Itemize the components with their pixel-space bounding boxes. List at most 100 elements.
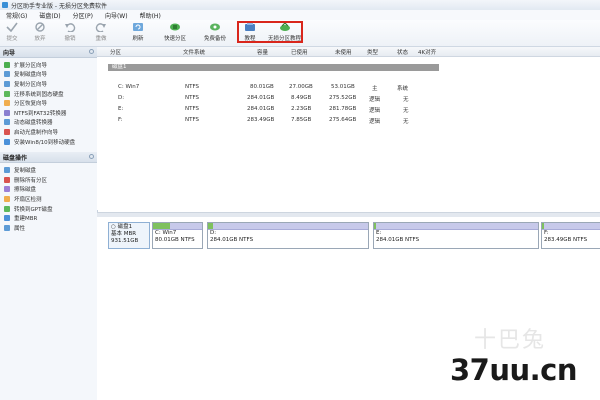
partition-type: 主 bbox=[372, 86, 378, 92]
partition-fs: NTFS bbox=[185, 117, 200, 123]
disk-card-type: 基本 MBR bbox=[111, 231, 137, 237]
undo-button[interactable]: 撤销 bbox=[64, 22, 76, 42]
sidebar-item-windows-to-go[interactable]: 安装Win8/10到移动硬盘 bbox=[0, 137, 97, 147]
sidebar-item-label: 复制磁盘 bbox=[14, 168, 37, 175]
sidebar-item-dynamic-disk[interactable]: 动态磁盘转换器 bbox=[0, 118, 97, 128]
partition-free: 275.52GB bbox=[329, 95, 357, 101]
column-header[interactable]: 容量 bbox=[257, 48, 268, 56]
wizard-icon bbox=[4, 61, 10, 68]
usage-bar bbox=[153, 223, 202, 230]
sidebar-item-label: 复制分区向导 bbox=[14, 81, 48, 88]
check-icon bbox=[6, 22, 18, 32]
watermark-ghost: 十巴兔 bbox=[474, 328, 547, 353]
partition-type: 逻辑 bbox=[369, 97, 381, 103]
discard-button[interactable]: 放弃 bbox=[34, 22, 46, 42]
partition-type: 逻辑 bbox=[369, 108, 381, 114]
column-header[interactable]: 已使用 bbox=[291, 48, 308, 56]
sidebar-item-label: 启动光盘制作向导 bbox=[14, 129, 59, 136]
partition-fs: NTFS bbox=[185, 95, 200, 101]
sidebar-item-label: NTFS到FAT32转换器 bbox=[14, 110, 67, 117]
sidebar-item-label: 复制磁盘向导 bbox=[14, 72, 48, 79]
sidebar-item-convert-gpt[interactable]: 转换到GPT磁盘 bbox=[0, 204, 97, 214]
free-backup-button[interactable]: 免费备份 bbox=[204, 22, 226, 42]
usage-bar bbox=[208, 223, 368, 230]
quick-partition-button[interactable]: 快速分区 bbox=[164, 22, 186, 42]
sidebar-item-extend-partition[interactable]: 扩展分区向导 bbox=[0, 60, 97, 70]
window-title: 分区助手专业版 - 无损分区免费软件 bbox=[11, 2, 107, 10]
usage-fill bbox=[374, 223, 376, 229]
usage-fill bbox=[208, 223, 213, 229]
sidebar-item-label: 扩展分区向导 bbox=[14, 62, 48, 69]
partition-capacity: 283.49GB bbox=[247, 117, 275, 123]
sidebar-item-delete-all[interactable]: 删除所有分区 bbox=[0, 175, 97, 185]
disk-group-header[interactable]: 磁盘1 bbox=[108, 64, 439, 71]
sidebar-item-partition-recovery[interactable]: 分区恢复向导 bbox=[0, 98, 97, 108]
partition-block-name: D: bbox=[210, 230, 217, 236]
partition-block-e[interactable]: E: 284.01GB NTFS bbox=[373, 222, 539, 249]
tutorial-highlight-box bbox=[237, 21, 303, 43]
wizard-icon bbox=[4, 138, 10, 145]
wizard-panel-header[interactable]: 向导 bbox=[0, 47, 97, 58]
column-header[interactable]: 分区 bbox=[110, 48, 121, 56]
sidebar-item-label: 安装Win8/10到移动硬盘 bbox=[14, 139, 76, 146]
discard-icon bbox=[35, 22, 45, 32]
wizard-icon bbox=[4, 80, 10, 87]
sidebar-item-wipe-disk[interactable]: 擦除磁盘 bbox=[0, 185, 97, 195]
partition-block-f[interactable]: F: 283.49GB NTFS bbox=[541, 222, 600, 249]
commit-button[interactable]: 提交 bbox=[6, 22, 18, 42]
partition-used: 8.49GB bbox=[291, 95, 312, 101]
sidebar-item-copy-disk[interactable]: 复制磁盘向导 bbox=[0, 70, 97, 80]
sidebar-item-rebuild-mbr[interactable]: 重建MBR bbox=[0, 213, 97, 223]
partition-status: 无 bbox=[403, 119, 409, 125]
disk-card[interactable]: ○ 磁盘1 基本 MBR 931.51GB bbox=[108, 222, 150, 249]
menu-wizard[interactable]: 向导(W) bbox=[99, 11, 134, 20]
disk-op-icon bbox=[4, 205, 10, 212]
sidebar-item-copy-disk-op[interactable]: 复制磁盘 bbox=[0, 165, 97, 175]
partition-block-d[interactable]: D: 284.01GB NTFS bbox=[207, 222, 369, 249]
partition-block-info: 283.49GB NTFS bbox=[544, 237, 588, 243]
table-row[interactable]: C: Win7 NTFS 80.01GB 27.00GB 53.01GB 主 系… bbox=[97, 84, 600, 92]
refresh-label: 刷新 bbox=[132, 36, 144, 42]
undo-label: 撤销 bbox=[64, 36, 76, 42]
table-row[interactable]: F: NTFS 283.49GB 7.85GB 275.64GB 逻辑 无 bbox=[97, 117, 600, 125]
sidebar-item-migrate-os[interactable]: 迁移系统到固态硬盘 bbox=[0, 89, 97, 99]
free-backup-label: 免费备份 bbox=[204, 36, 227, 42]
redo-icon bbox=[95, 23, 106, 32]
menu-partition[interactable]: 分区(P) bbox=[67, 11, 99, 20]
disk-ops-panel-header[interactable]: 磁盘操作 bbox=[0, 152, 97, 164]
disk-card-name: ○ 磁盘1 bbox=[111, 224, 133, 230]
menu-general[interactable]: 常规(G) bbox=[0, 11, 33, 20]
partition-used: 27.00GB bbox=[289, 84, 313, 90]
column-header[interactable]: 4K对齐 bbox=[418, 48, 436, 56]
collapse-icon[interactable] bbox=[89, 49, 94, 54]
partition-status: 系统 bbox=[397, 86, 409, 92]
column-header[interactable]: 状态 bbox=[397, 48, 408, 56]
partition-block-c[interactable]: C: Win7 80.01GB NTFS bbox=[152, 222, 203, 249]
wizard-icon bbox=[4, 119, 10, 126]
menu-disk[interactable]: 磁盘(D) bbox=[33, 11, 66, 20]
column-header[interactable]: 未使用 bbox=[335, 48, 352, 56]
table-row[interactable]: D: NTFS 284.01GB 8.49GB 275.52GB 逻辑 无 bbox=[97, 95, 600, 103]
sidebar-item-boot-cd[interactable]: 启动光盘制作向导 bbox=[0, 127, 97, 137]
sidebar-item-ntfs-fat32[interactable]: NTFS到FAT32转换器 bbox=[0, 108, 97, 118]
column-header[interactable]: 文件系统 bbox=[183, 48, 205, 56]
partition-name: E: bbox=[118, 106, 124, 112]
partition-block-name: E: bbox=[376, 230, 382, 236]
column-header-row: 分区 文件系统 容量 已使用 未使用 类型 状态 4K对齐 bbox=[97, 47, 600, 57]
sidebar-item-label: 转换到GPT磁盘 bbox=[14, 206, 53, 213]
collapse-icon[interactable] bbox=[89, 154, 94, 160]
menu-help[interactable]: 帮助(H) bbox=[134, 11, 167, 20]
watermark-text: 37uu.cn bbox=[450, 353, 578, 387]
redo-button[interactable]: 重做 bbox=[95, 22, 107, 42]
partition-capacity: 80.01GB bbox=[250, 84, 274, 90]
column-header[interactable]: 类型 bbox=[367, 48, 378, 56]
sidebar-item-bad-sector[interactable]: 坏扇区检测 bbox=[0, 194, 97, 204]
table-row[interactable]: E: NTFS 284.01GB 2.23GB 281.78GB 逻辑 无 bbox=[97, 106, 600, 114]
commit-label: 提交 bbox=[6, 36, 18, 42]
refresh-button[interactable]: 刷新 bbox=[132, 22, 144, 42]
partition-status: 无 bbox=[403, 97, 409, 103]
sidebar-item-copy-partition[interactable]: 复制分区向导 bbox=[0, 79, 97, 89]
partition-used: 2.23GB bbox=[291, 106, 312, 112]
partition-free: 275.64GB bbox=[329, 117, 357, 123]
sidebar-item-properties[interactable]: 属性 bbox=[0, 223, 97, 233]
